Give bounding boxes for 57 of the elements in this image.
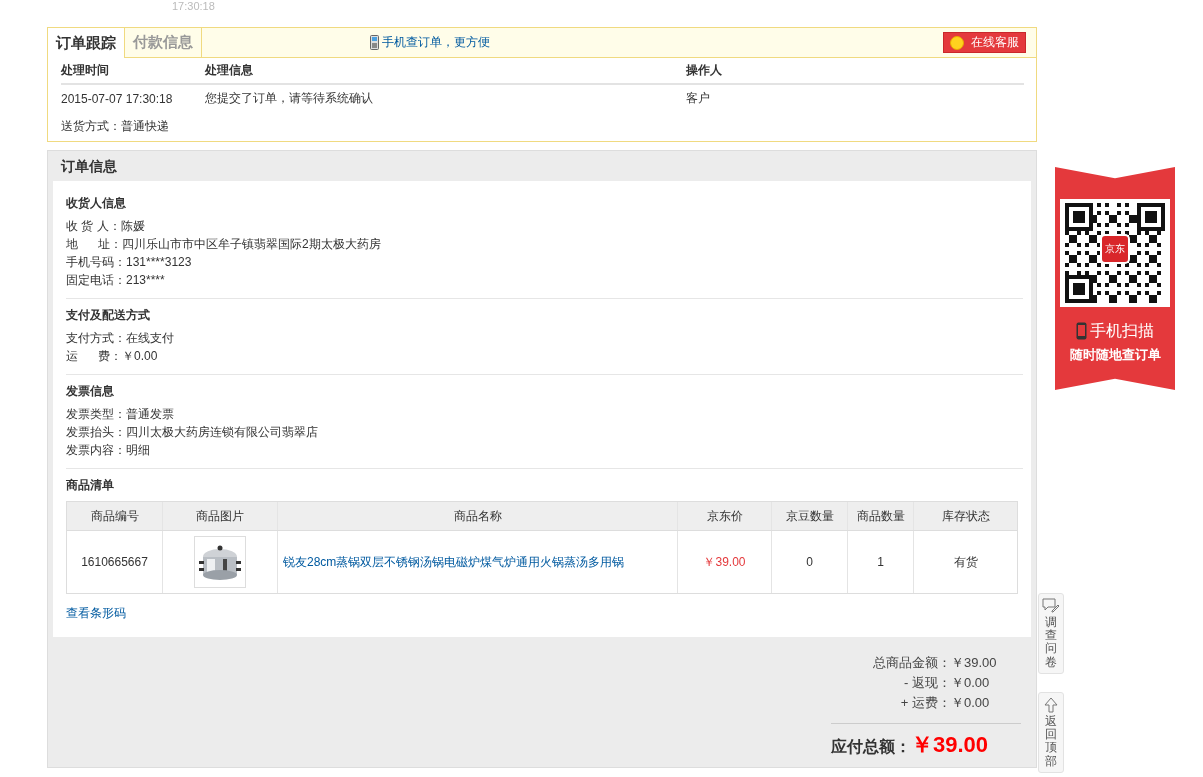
info-line: 发票内容：明细: [66, 443, 150, 457]
up-arrow-icon: [1043, 697, 1059, 713]
total-label: + 运费：: [900, 694, 951, 712]
mobile-order-link[interactable]: 手机查订单，更方便: [370, 28, 490, 57]
table-cell: 1610665667: [81, 555, 148, 569]
column-header: 操作人: [686, 62, 723, 79]
info-line: 手机号码：131****3123: [66, 255, 192, 269]
total-label: - 返现：: [904, 674, 951, 692]
info-line: 地 址：四川乐山市市中区牟子镇翡翠国际2期太极大药房: [66, 237, 381, 251]
table-cell: 有货: [953, 553, 978, 571]
payable-amount: ￥39.00: [911, 731, 989, 759]
side-button[interactable]: 调查问卷: [1038, 593, 1064, 674]
table-cell-text: 您提交了订单，请等待系统确认: [205, 90, 374, 107]
table-cell-text: 客户: [686, 90, 711, 107]
info-line: 运 费：￥0.00: [66, 349, 158, 363]
column-header: 库存状态: [941, 507, 990, 525]
column-header: 商品图片: [196, 507, 244, 525]
info-line: 收 货 人：陈媛: [66, 219, 145, 233]
payable-label: 应付总额：: [831, 737, 911, 757]
column-header: 京东价: [706, 507, 743, 525]
info-line: 发票抬头：四川太极大药房连锁有限公司翡翠店: [66, 425, 318, 439]
delivery-method: 送货方式：普通快递: [61, 119, 169, 133]
column-header: 商品数量: [856, 507, 905, 525]
speech-bubble-icon: [1042, 598, 1060, 614]
column-header: 商品编号: [90, 507, 139, 525]
section-title: 收货人信息: [66, 196, 126, 210]
table-cell-text: 2015-07-07 17:30:18: [61, 91, 174, 106]
info-line: 支付方式：在线支付: [66, 331, 174, 345]
product-link[interactable]: 锐友28cm蒸锅双层不锈钢汤锅电磁炉煤气炉通用火锅蒸汤多用锅: [283, 553, 625, 571]
total-label: 总商品金额：: [873, 654, 951, 672]
online-service-button[interactable]: 在线客服: [943, 32, 1026, 53]
promo-title: 手机扫描: [1090, 321, 1154, 341]
info-line: 发票类型：普通发票: [66, 407, 174, 421]
column-header: 处理信息: [205, 62, 254, 79]
section-title: 发票信息: [66, 384, 114, 398]
phone-icon: [370, 35, 379, 50]
circle-icon: [950, 35, 964, 50]
price: ￥39.00: [703, 553, 746, 571]
section-title: 商品清单: [66, 478, 114, 492]
barcode-link[interactable]: 查看条形码: [66, 605, 126, 622]
column-header: 处理时间: [61, 62, 110, 79]
side-button[interactable]: 返回顶部: [1038, 692, 1064, 773]
app-badge: 京东: [1100, 234, 1130, 264]
column-header: 京豆数量: [785, 507, 834, 525]
timestamp: 17:30:18: [172, 0, 215, 13]
phone-icon: [1076, 322, 1087, 340]
panel-title: 订单信息: [61, 158, 117, 174]
table-cell: 1: [877, 555, 884, 569]
promo-subtitle: 随时随地查订单: [1069, 346, 1161, 364]
info-line: 固定电话：213****: [66, 273, 165, 287]
section-title: 支付及配送方式: [66, 308, 150, 322]
tab[interactable]: 订单跟踪: [48, 28, 125, 58]
column-header: 商品名称: [453, 507, 502, 525]
table-cell: 0: [806, 555, 813, 569]
total-value: ￥39.00: [951, 655, 997, 670]
total-value: ￥0.00: [951, 675, 990, 690]
total-value: ￥0.00: [951, 695, 990, 710]
